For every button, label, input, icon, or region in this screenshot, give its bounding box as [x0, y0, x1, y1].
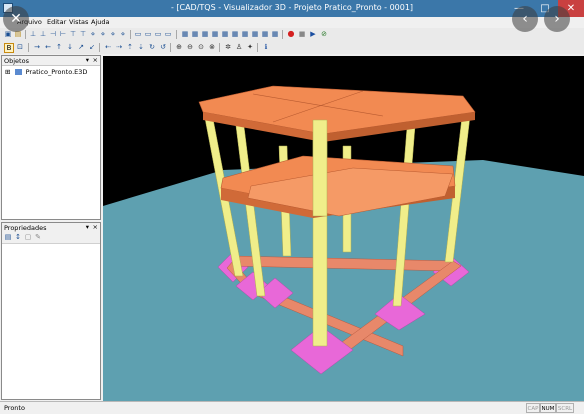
- num-indicator: NUM: [540, 403, 556, 413]
- toolbar-top: ▣ ▤ ⊥ ⊥ ⊣ ⊢ ⊤ ⊤ ⋄ ⋄ ⋄ ⋄ ▭ ▭ ▭ ▭ ▦ ▦ ▦ ▦ …: [0, 28, 584, 41]
- record-icon[interactable]: ●: [287, 30, 295, 38]
- rotate-up-icon[interactable]: ⇡: [126, 43, 134, 51]
- close-icon[interactable]: ✕: [3, 6, 29, 32]
- title-bar: - [CAD/TQS - Visualizador 3D - Projeto P…: [0, 0, 584, 17]
- window-layout-4-icon[interactable]: ▭: [164, 30, 172, 38]
- view-back-icon[interactable]: ⊥: [39, 30, 47, 38]
- menu-ajuda[interactable]: Ajuda: [91, 18, 109, 26]
- refresh-icon[interactable]: ⊘: [320, 30, 328, 38]
- spin-cw-icon[interactable]: ↻: [148, 43, 156, 51]
- bold-b-icon[interactable]: B: [4, 43, 14, 53]
- chevron-left-icon[interactable]: ‹: [512, 6, 538, 32]
- stop-icon[interactable]: ■: [298, 30, 306, 38]
- zoom-window-icon[interactable]: ⊙: [197, 43, 205, 51]
- structure-3d-render: [103, 56, 584, 401]
- move-out-icon[interactable]: ↙: [88, 43, 96, 51]
- rotate-left-icon[interactable]: ⇠: [104, 43, 112, 51]
- layer-3-icon[interactable]: ▦: [201, 30, 209, 38]
- window-title: - [CAD/TQS - Visualizador 3D - Projeto P…: [170, 3, 414, 12]
- layer-5-icon[interactable]: ▦: [221, 30, 229, 38]
- settings-icon[interactable]: ✲: [224, 43, 232, 51]
- layer-6-icon[interactable]: ▦: [231, 30, 239, 38]
- arrow-right-icon[interactable]: →: [33, 43, 41, 51]
- tree-item[interactable]: ⊞ Pratico_Pronto.E3D: [5, 68, 87, 76]
- select-icon[interactable]: ⊡: [16, 43, 24, 51]
- categorized-icon[interactable]: ▤: [4, 233, 12, 241]
- toolbar-separator: [176, 30, 177, 39]
- column-front-upper: [312, 119, 328, 217]
- layer-7-icon[interactable]: ▦: [241, 30, 249, 38]
- toolbar-separator: [25, 30, 26, 39]
- toolbar-separator: [170, 43, 171, 52]
- scrl-indicator: SCRL: [556, 403, 574, 413]
- view-left-icon[interactable]: ⊣: [49, 30, 57, 38]
- layer-1-icon[interactable]: ▦: [181, 30, 189, 38]
- spin-ccw-icon[interactable]: ↺: [159, 43, 167, 51]
- window-layout-3-icon[interactable]: ▭: [154, 30, 162, 38]
- toolbar-separator: [99, 43, 100, 52]
- move-in-icon[interactable]: ↗: [77, 43, 85, 51]
- menu-editar[interactable]: Editar: [47, 18, 66, 26]
- window-layout-2-icon[interactable]: ▭: [144, 30, 152, 38]
- sort-alpha-icon[interactable]: ↕: [14, 233, 22, 241]
- toolbar-separator: [257, 43, 258, 52]
- zoom-out-icon[interactable]: ⊖: [186, 43, 194, 51]
- toolbar-separator: [130, 30, 131, 39]
- view-iso-2-icon[interactable]: ⋄: [99, 30, 107, 38]
- objects-panel-header: Objetos ▾ ×: [2, 56, 100, 66]
- expand-icon[interactable]: ⊞: [5, 68, 10, 76]
- arrow-up-icon[interactable]: ↑: [55, 43, 63, 51]
- properties-panel: Propriedades ▾ × ▤ ↕ ▢ ✎: [1, 222, 101, 400]
- light-icon[interactable]: ✦: [246, 43, 254, 51]
- tree-item-label: Pratico_Pronto.E3D: [25, 68, 88, 76]
- layer-4-icon[interactable]: ▦: [211, 30, 219, 38]
- close-icon[interactable]: ×: [93, 223, 98, 231]
- play-icon[interactable]: ▶: [309, 30, 317, 38]
- toolbar-separator: [282, 30, 283, 39]
- pin-icon[interactable]: ▾: [86, 56, 89, 64]
- view-top-icon[interactable]: ⊤: [69, 30, 77, 38]
- status-bar: Pronto CAP NUM SCRL: [0, 401, 584, 414]
- file-icon: [14, 69, 22, 75]
- 3d-viewport[interactable]: [103, 56, 584, 401]
- cap-indicator: CAP: [526, 403, 540, 413]
- toolbar-separator: [28, 43, 29, 52]
- view-right-icon[interactable]: ⊢: [59, 30, 67, 38]
- chevron-right-icon[interactable]: ›: [544, 6, 570, 32]
- walk-icon[interactable]: ♙: [235, 43, 243, 51]
- zoom-in-icon[interactable]: ⊕: [175, 43, 183, 51]
- pin-icon[interactable]: ▾: [86, 223, 89, 231]
- arrow-left-icon[interactable]: ←: [44, 43, 52, 51]
- layer-2-icon[interactable]: ▦: [191, 30, 199, 38]
- view-front-icon[interactable]: ⊥: [29, 30, 37, 38]
- close-icon[interactable]: ×: [93, 56, 98, 64]
- rotate-down-icon[interactable]: ⇣: [137, 43, 145, 51]
- view-iso-3-icon[interactable]: ⋄: [109, 30, 117, 38]
- properties-toolbar: ▤ ↕ ▢ ✎: [2, 232, 100, 244]
- layer-8-icon[interactable]: ▦: [251, 30, 259, 38]
- menu-vistas[interactable]: Vistas: [69, 18, 88, 26]
- rotate-right-icon[interactable]: ⇢: [115, 43, 123, 51]
- zoom-extents-icon[interactable]: ⊗: [208, 43, 216, 51]
- view-iso-4-icon[interactable]: ⋄: [119, 30, 127, 38]
- view-iso-1-icon[interactable]: ⋄: [89, 30, 97, 38]
- window-layout-1-icon[interactable]: ▭: [134, 30, 142, 38]
- objects-panel-title: Objetos: [4, 57, 29, 65]
- toolbar-bottom: B ⊡ → ← ↑ ↓ ↗ ↙ ⇠ ⇢ ⇡ ⇣ ↻ ↺ ⊕ ⊖ ⊙ ⊗ ✲ ♙ …: [0, 41, 584, 54]
- help-icon[interactable]: ℹ: [262, 43, 270, 51]
- view-bottom-icon[interactable]: ⊤: [79, 30, 87, 38]
- toolbar-separator: [219, 43, 220, 52]
- arrow-down-icon[interactable]: ↓: [66, 43, 74, 51]
- property-page-icon[interactable]: ▢: [24, 233, 32, 241]
- properties-panel-title: Propriedades: [4, 224, 47, 232]
- application-window: - [CAD/TQS - Visualizador 3D - Projeto P…: [0, 0, 584, 414]
- layer-10-icon[interactable]: ▦: [271, 30, 279, 38]
- menu-bar: Arquivo Editar Vistas Ajuda: [0, 17, 584, 28]
- objects-panel: Objetos ▾ × ⊞ Pratico_Pronto.E3D: [1, 55, 101, 220]
- layer-9-icon[interactable]: ▦: [261, 30, 269, 38]
- edit-icon[interactable]: ✎: [34, 233, 42, 241]
- status-text: Pronto: [4, 404, 25, 412]
